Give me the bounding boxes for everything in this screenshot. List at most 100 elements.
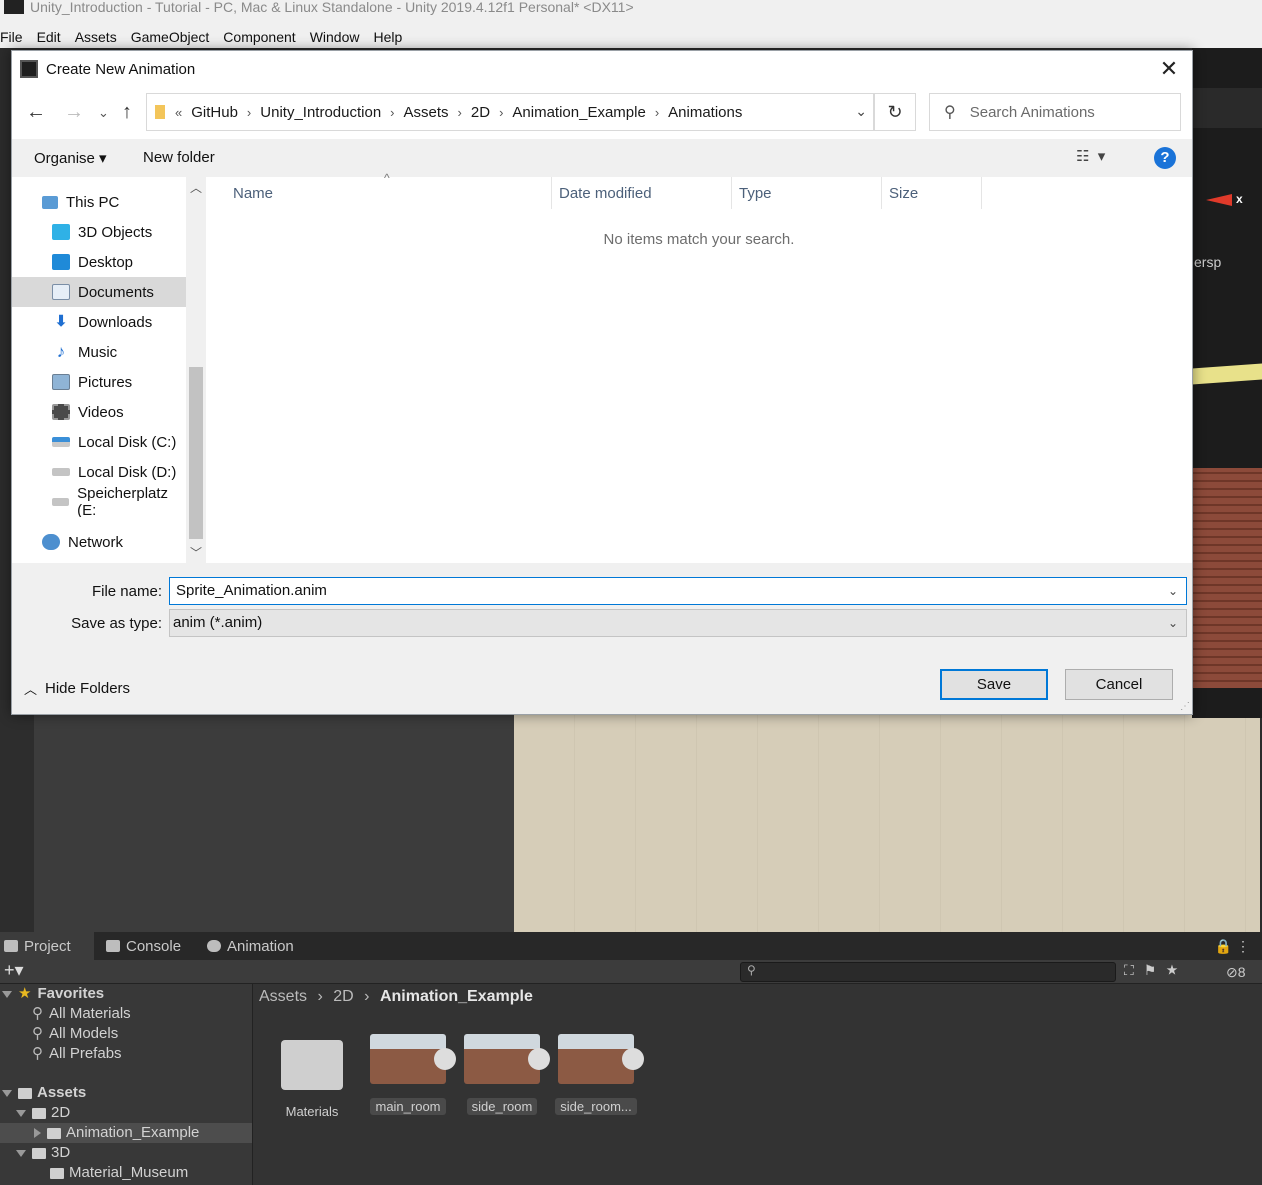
menu-file[interactable]: File [0, 29, 30, 45]
save-button[interactable]: Save [940, 669, 1048, 700]
scene-view[interactable] [514, 715, 1260, 932]
tree-favorites[interactable]: ★ Favorites [2, 984, 104, 1004]
column-divider[interactable] [881, 177, 882, 209]
persp-label[interactable]: ersp [1194, 254, 1221, 270]
column-divider[interactable] [731, 177, 732, 209]
column-header-type[interactable]: Type [739, 185, 772, 202]
resize-grip-icon[interactable]: ⋰ [1180, 701, 1190, 712]
nav-music[interactable]: ♪ Music [12, 337, 186, 367]
filter-tools-icons[interactable]: ⛶⚑★ [1124, 962, 1188, 979]
tree-folder-animation-example[interactable]: Animation_Example [0, 1123, 252, 1143]
menu-component[interactable]: Component [223, 29, 302, 45]
close-icon[interactable]: ✕ [1154, 55, 1184, 83]
nav-3d-objects[interactable]: 3D Objects [12, 217, 186, 247]
address-segment[interactable]: GitHub [191, 104, 238, 121]
breadcrumb-item[interactable]: 2D [333, 988, 353, 1005]
tree-assets[interactable]: Assets [2, 1083, 86, 1103]
asset-main-room[interactable]: main_room [363, 1034, 456, 1115]
nav-network[interactable]: Network [12, 527, 186, 557]
menu-window[interactable]: Window [310, 29, 367, 45]
address-segment-current[interactable]: Animations [668, 104, 742, 121]
nav-label: Network [68, 533, 124, 551]
organise-button[interactable]: Organise ▾ [34, 149, 107, 167]
play-icon[interactable] [622, 1048, 644, 1070]
menu-assets[interactable]: Assets [75, 29, 124, 45]
address-segment[interactable]: Animation_Example [512, 104, 645, 121]
collapsed-arrow-icon[interactable] [34, 1128, 41, 1138]
scroll-up-icon[interactable]: ︿ [190, 179, 202, 196]
tree-folder-2d[interactable]: 2D [16, 1103, 70, 1123]
tree-favorite-item[interactable]: ⚲ All Prefabs [32, 1044, 122, 1064]
address-segment[interactable]: Assets [404, 104, 449, 121]
chevron-down-icon[interactable]: ⌄ [1168, 578, 1178, 604]
menu-gameobject[interactable]: GameObject [131, 29, 217, 45]
column-divider[interactable] [551, 177, 552, 209]
chevron-right-icon[interactable]: › [499, 105, 503, 120]
nav-desktop[interactable]: Desktop [12, 247, 186, 277]
nav-downloads[interactable]: ⬇ Downloads [12, 307, 186, 337]
nav-pictures[interactable]: Pictures [12, 367, 186, 397]
address-bar[interactable]: « GitHub › Unity_Introduction › Assets ›… [146, 93, 874, 131]
tab-animation[interactable]: Animation [203, 932, 306, 960]
navigation-scrollbar[interactable]: ︿ ﹀ [186, 177, 206, 563]
refresh-icon[interactable]: ↻ [874, 93, 916, 131]
new-folder-button[interactable]: New folder [143, 149, 215, 166]
gizmo-x-axis-icon[interactable] [1206, 194, 1232, 206]
tab-project[interactable]: Project [0, 932, 94, 960]
chevron-right-icon[interactable]: › [655, 105, 659, 120]
file-name-input[interactable]: Sprite_Animation.anim ⌄ [169, 577, 1187, 605]
scrollbar-thumb[interactable] [189, 367, 203, 539]
tree-favorite-item[interactable]: ⚲ All Models [32, 1024, 118, 1044]
expand-arrow-icon[interactable] [2, 1089, 12, 1097]
lock-menu-icon[interactable]: 🔒 ⋮ [1215, 938, 1250, 955]
hidden-count[interactable]: ⊘8 [1226, 964, 1246, 981]
tree-folder-3d[interactable]: 3D [16, 1143, 70, 1163]
save-type-select[interactable]: anim (*.anim) ⌄ [169, 609, 1187, 637]
tree-favorite-item[interactable]: ⚲ All Materials [32, 1004, 131, 1024]
asset-side-room[interactable]: side_room [457, 1034, 550, 1115]
back-arrow-icon[interactable]: ← [26, 101, 46, 124]
create-plus-icon[interactable]: +▾ [4, 960, 24, 981]
breadcrumb-current[interactable]: Animation_Example [380, 988, 533, 1005]
nav-this-pc[interactable]: This PC [12, 187, 186, 217]
column-header-size[interactable]: Size [889, 185, 918, 202]
tab-console[interactable]: Console [102, 932, 193, 960]
menu-edit[interactable]: Edit [37, 29, 68, 45]
address-segment[interactable]: Unity_Introduction [260, 104, 381, 121]
nav-speicherplatz-e[interactable]: Speicherplatz (E: [12, 487, 186, 517]
hide-folders-button[interactable]: ︿ Hide Folders [24, 679, 130, 698]
cancel-button[interactable]: Cancel [1065, 669, 1173, 700]
project-search-input[interactable]: ⚲ [740, 962, 1116, 982]
scroll-down-icon[interactable]: ﹀ [190, 544, 202, 561]
expand-arrow-icon[interactable] [2, 990, 12, 998]
menu-help[interactable]: Help [373, 29, 409, 45]
asset-materials-folder[interactable]: Materials [267, 1034, 357, 1119]
column-divider[interactable] [981, 177, 982, 209]
column-header-date-modified[interactable]: Date modified [559, 185, 652, 202]
chevron-right-icon[interactable]: › [458, 105, 462, 120]
address-segment[interactable]: 2D [471, 104, 490, 121]
nav-local-disk-c[interactable]: Local Disk (C:) [12, 427, 186, 457]
play-icon[interactable] [434, 1048, 456, 1070]
search-input[interactable]: ⚲ Search Animations [929, 93, 1181, 131]
chevron-down-icon[interactable]: ⌄ [1168, 610, 1178, 636]
help-icon[interactable]: ? [1154, 147, 1176, 169]
nav-local-disk-d[interactable]: Local Disk (D:) [12, 457, 186, 487]
chevron-down-icon[interactable]: ⌄ [855, 103, 867, 120]
up-arrow-icon[interactable]: ↑ [122, 101, 132, 124]
expand-arrow-icon[interactable] [16, 1109, 26, 1117]
chevron-right-icon[interactable]: › [390, 105, 394, 120]
asset-side-room-2[interactable]: side_room... [551, 1034, 644, 1115]
view-options-icon[interactable]: ☷ ▾ [1076, 147, 1105, 165]
tree-folder-material-museum[interactable]: Material_Museum [50, 1163, 188, 1183]
recent-locations-chevron-icon[interactable]: ⌄ [98, 105, 109, 121]
nav-documents[interactable]: Documents [12, 277, 186, 307]
chevron-right-icon[interactable]: › [247, 105, 251, 120]
nav-videos[interactable]: Videos [12, 397, 186, 427]
breadcrumb-item[interactable]: Assets [259, 988, 307, 1005]
forward-arrow-icon[interactable]: → [64, 101, 84, 124]
column-header-name[interactable]: Name [233, 185, 273, 202]
expand-arrow-icon[interactable] [16, 1149, 26, 1157]
play-icon[interactable] [528, 1048, 550, 1070]
address-overflow-icon[interactable]: « [175, 105, 182, 120]
